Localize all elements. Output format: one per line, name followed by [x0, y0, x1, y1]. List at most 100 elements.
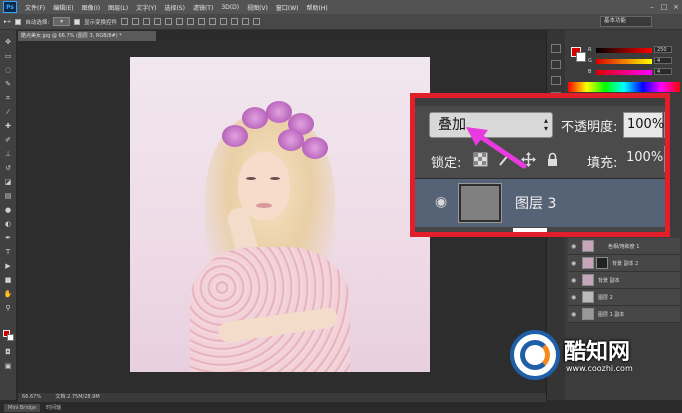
menu-layer[interactable]: 图层(L)	[104, 3, 132, 12]
visibility-eye-icon[interactable]: ◉	[571, 260, 576, 267]
crop-tool-icon[interactable]: ⌗	[3, 94, 13, 102]
menu-filter[interactable]: 滤镜(T)	[189, 3, 217, 12]
fill-input[interactable]: 100%	[623, 146, 663, 172]
bottom-panel-tabs: Mini Bridge 时间轴	[0, 402, 682, 413]
history-brush-tool-icon[interactable]: ↺	[3, 164, 13, 172]
layer-thumbnail	[582, 240, 594, 252]
menu-view[interactable]: 视图(V)	[243, 3, 272, 12]
blend-mode-value: 叠加	[438, 117, 466, 133]
blur-tool-icon[interactable]: ●	[3, 206, 13, 214]
background-color-swatch[interactable]	[7, 334, 14, 341]
visibility-eye-icon[interactable]: ◉	[571, 277, 576, 284]
eraser-tool-icon[interactable]: ◪	[3, 178, 13, 186]
visibility-eye-icon[interactable]: ◉	[571, 243, 576, 250]
lock-all-icon[interactable]	[545, 152, 560, 167]
brush-tool-icon[interactable]: ✐	[3, 136, 13, 144]
distribute-bottom-icon[interactable]	[209, 18, 217, 25]
opacity-input[interactable]: 100%	[623, 112, 664, 138]
layer-name: 图层 1 副本	[598, 312, 625, 318]
distribute-right-icon[interactable]	[242, 18, 250, 25]
layer-row[interactable]: ◉ 图层 1 副本	[568, 306, 680, 323]
menu-3d[interactable]: 3D(D)	[217, 4, 243, 11]
align-center-icon[interactable]	[165, 18, 173, 25]
mini-bridge-tab[interactable]: Mini Bridge	[4, 403, 41, 412]
document-tab[interactable]: 酷点美女.jpg @ 66.7% (图层 3, RGB/8#) *	[18, 31, 156, 41]
slider-r[interactable]	[596, 48, 652, 53]
align-left-icon[interactable]	[154, 18, 162, 25]
show-transform-checkbox[interactable]	[74, 18, 80, 25]
photo-flower	[302, 137, 328, 159]
slider-b-value[interactable]: 4	[654, 68, 672, 75]
menu-help[interactable]: 帮助(H)	[303, 3, 332, 12]
slider-r-value[interactable]: 250	[654, 46, 672, 53]
visibility-eye-icon[interactable]: ◉	[435, 194, 447, 210]
quick-mask-icon[interactable]: ◘	[3, 348, 13, 356]
properties-panel-icon[interactable]	[551, 60, 561, 69]
distribute-center-icon[interactable]	[231, 18, 239, 25]
watermark: 酷知网 www.coozhi.com	[510, 328, 660, 384]
timeline-tab[interactable]: 时间轴	[46, 404, 61, 411]
layer-row[interactable]: ◉ 图层 2	[568, 289, 680, 306]
zoom-tool-icon[interactable]: ⚲	[3, 304, 13, 312]
minimize-button[interactable]: –	[646, 3, 658, 11]
path-select-tool-icon[interactable]: ▶	[3, 262, 13, 270]
lock-image-pixels-icon[interactable]	[497, 152, 512, 167]
layer-row[interactable]: ◉ 背景 副本	[568, 272, 680, 289]
lasso-tool-icon[interactable]: ◌	[3, 66, 13, 74]
slider-b[interactable]	[596, 70, 652, 75]
zoom-level[interactable]: 66.67%	[22, 394, 41, 400]
distribute-top-icon[interactable]	[187, 18, 195, 25]
screen-mode-icon[interactable]: ▣	[3, 362, 13, 370]
workspace-select[interactable]: 基本功能	[600, 16, 652, 27]
move-tool-icon[interactable]: ✥	[3, 38, 13, 46]
character-panel-icon[interactable]	[551, 76, 561, 85]
auto-select-checkbox[interactable]	[15, 18, 22, 25]
menu-type[interactable]: 文字(Y)	[132, 3, 160, 12]
lock-transparent-pixels-icon[interactable]	[473, 152, 488, 167]
layer-name: 背景 副本	[598, 278, 620, 284]
maximize-button[interactable]: □	[658, 3, 670, 11]
menu-image[interactable]: 图像(I)	[78, 3, 104, 12]
gradient-tool-icon[interactable]: ▤	[3, 192, 13, 200]
layer-row[interactable]: ◉ 色相/饱和度 1	[568, 238, 680, 255]
align-bottom-icon[interactable]	[143, 18, 151, 25]
slider-g-value[interactable]: 4	[654, 57, 672, 64]
distribute-middle-icon[interactable]	[198, 18, 206, 25]
shape-tool-icon[interactable]: ■	[3, 276, 13, 284]
fill-dropdown-icon[interactable]: ▾	[664, 146, 665, 172]
close-button[interactable]: ×	[670, 3, 682, 11]
history-panel-icon[interactable]	[551, 44, 561, 53]
blend-mode-select[interactable]: 叠加 ▴ ▾	[429, 112, 553, 138]
photo-canvas[interactable]	[130, 57, 430, 372]
layer-row[interactable]: ◉ 背景 副本 2	[568, 255, 680, 272]
visibility-eye-icon[interactable]: ◉	[571, 311, 576, 318]
selected-layer-row[interactable]: ◉ 图层 3	[415, 179, 665, 227]
color-spectrum[interactable]	[568, 82, 680, 92]
dodge-tool-icon[interactable]: ◐	[3, 220, 13, 228]
type-tool-icon[interactable]: T	[3, 248, 13, 256]
visibility-eye-icon[interactable]: ◉	[571, 294, 576, 301]
hand-tool-icon[interactable]: ✋	[3, 290, 13, 298]
menu-window[interactable]: 窗口(W)	[272, 3, 303, 12]
menu-file[interactable]: 文件(F)	[21, 3, 49, 12]
distribute-left-icon[interactable]	[220, 18, 228, 25]
opacity-dropdown-icon[interactable]: ▾	[664, 112, 665, 138]
slider-b-label: B	[588, 69, 592, 75]
color-panel-bg-swatch[interactable]	[576, 52, 586, 62]
quick-select-tool-icon[interactable]: ✎	[3, 80, 13, 88]
lock-position-icon[interactable]	[521, 152, 536, 167]
menu-select[interactable]: 选择(S)	[160, 3, 189, 12]
marquee-tool-icon[interactable]: ▭	[3, 52, 13, 60]
auto-select-dropdown[interactable]: ▾	[53, 17, 70, 26]
align-top-icon[interactable]	[121, 18, 129, 25]
slider-g[interactable]	[596, 59, 652, 64]
move-tool-icon[interactable]: ▸+	[4, 19, 11, 25]
align-right-icon[interactable]	[176, 18, 184, 25]
clone-stamp-tool-icon[interactable]: ⊥	[3, 150, 13, 158]
pen-tool-icon[interactable]: ✒	[3, 234, 13, 242]
healing-brush-tool-icon[interactable]: ✚	[3, 122, 13, 130]
menu-edit[interactable]: 编辑(E)	[49, 3, 77, 12]
eyedropper-tool-icon[interactable]: ⁄	[3, 108, 13, 116]
auto-align-icon[interactable]	[253, 18, 261, 25]
align-middle-icon[interactable]	[132, 18, 140, 25]
